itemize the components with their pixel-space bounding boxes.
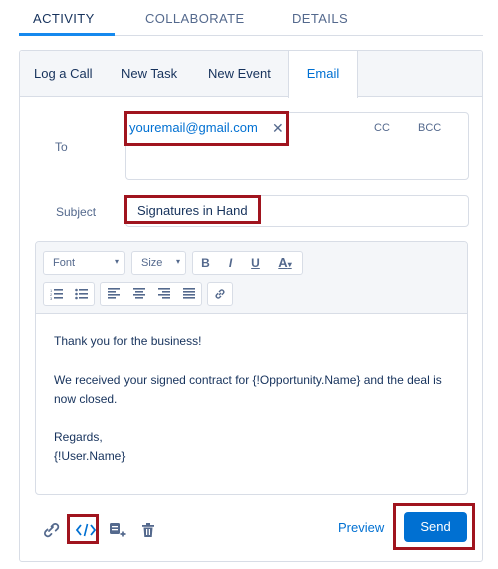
rich-text-editor: Font ▾ Size ▾ B I U A▾ 123 Thank you for… xyxy=(35,241,468,495)
tab-activity[interactable]: ACTIVITY xyxy=(33,11,95,26)
align-center-icon[interactable] xyxy=(126,283,151,305)
svg-text:3: 3 xyxy=(50,296,53,300)
align-right-icon[interactable] xyxy=(151,283,176,305)
cc-link[interactable]: CC xyxy=(374,122,390,134)
size-select[interactable]: Size ▾ xyxy=(131,251,186,275)
delete-icon[interactable] xyxy=(139,521,159,541)
highlight-send xyxy=(393,503,475,550)
numbered-list-icon[interactable]: 123 xyxy=(44,283,69,305)
format-group: B I U A▾ xyxy=(192,251,303,275)
justify-icon[interactable] xyxy=(176,283,201,305)
body-line-thanks: Thank you for the business! xyxy=(54,334,202,348)
tab-new-event[interactable]: New Event xyxy=(208,51,271,97)
body-line-contract: We received your signed contract for {!O… xyxy=(54,373,442,406)
editor-toolbar: Font ▾ Size ▾ B I U A▾ 123 xyxy=(36,242,467,314)
caret-down-icon: ▾ xyxy=(114,257,119,266)
align-left-icon[interactable] xyxy=(101,283,126,305)
size-select-label: Size xyxy=(141,257,163,269)
tab-details[interactable]: DETAILS xyxy=(292,11,348,26)
body-line-signature: {!User.Name} xyxy=(54,449,126,463)
top-tab-bar: ACTIVITY COLLABORATE DETAILS xyxy=(0,0,498,36)
tab-email[interactable]: Email xyxy=(288,51,358,98)
highlight-merge-field xyxy=(67,514,99,544)
attach-icon[interactable] xyxy=(42,521,62,541)
tab-log-a-call[interactable]: Log a Call xyxy=(34,51,93,97)
link-group xyxy=(207,282,233,306)
italic-button[interactable]: I xyxy=(218,252,243,274)
align-group xyxy=(100,282,202,306)
publisher-tab-bar: Log a Call New Task New Event Email xyxy=(20,51,482,98)
tab-collaborate[interactable]: COLLABORATE xyxy=(145,11,245,26)
caret-down-icon: ▾ xyxy=(175,257,180,266)
preview-link[interactable]: Preview xyxy=(338,520,384,535)
template-icon[interactable] xyxy=(108,521,128,541)
font-select[interactable]: Font ▾ xyxy=(43,251,125,275)
caret-down-icon: ▾ xyxy=(287,260,292,269)
bcc-link[interactable]: BCC xyxy=(418,122,441,134)
font-select-label: Font xyxy=(53,257,76,269)
body-line-regards: Regards, xyxy=(54,430,103,444)
subject-label: Subject xyxy=(56,205,97,219)
to-label: To xyxy=(55,140,68,154)
link-icon[interactable] xyxy=(208,283,232,305)
font-color-button[interactable]: A▾ xyxy=(268,252,302,274)
bold-button[interactable]: B xyxy=(193,252,218,274)
bulleted-list-icon[interactable] xyxy=(69,283,94,305)
active-tab-indicator xyxy=(19,33,115,36)
underline-button[interactable]: U xyxy=(243,252,268,274)
font-color-label: A xyxy=(278,255,288,270)
highlight-subject xyxy=(124,195,261,224)
highlight-recipient xyxy=(124,111,289,146)
tab-new-task[interactable]: New Task xyxy=(121,51,177,97)
list-group: 123 xyxy=(43,282,95,306)
